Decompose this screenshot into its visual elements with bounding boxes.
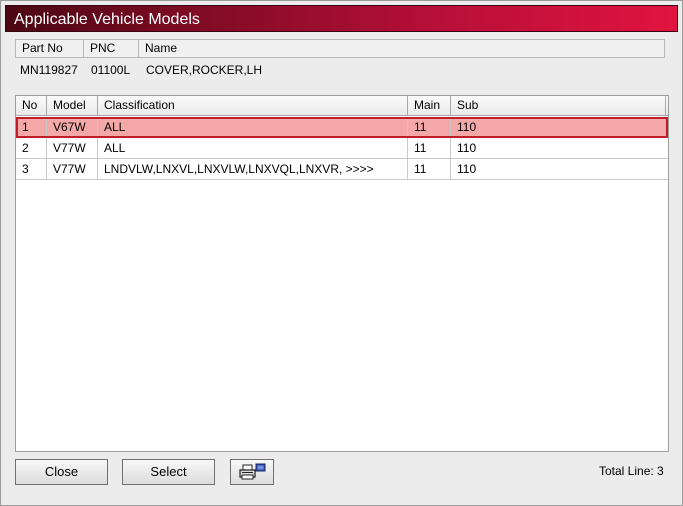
header-part-no: Part No [16,40,84,57]
title-bar[interactable]: Applicable Vehicle Models [5,5,678,32]
table-row[interactable]: 3 V77W LNDVLW,LNXVL,LNXVLW,LNXVQL,LNXVR,… [16,159,668,180]
column-header-main[interactable]: Main [408,96,451,115]
pnc-value: 01100L [91,63,131,77]
header-pnc: PNC [84,40,139,57]
column-header-classification[interactable]: Classification [98,96,408,115]
select-button[interactable]: Select [122,459,215,485]
cell-classification: ALL [98,117,408,137]
cell-no: 2 [16,138,47,158]
close-button[interactable]: Close [15,459,108,485]
cell-sub: 110 [457,141,477,155]
column-header-sub[interactable]: Sub [451,96,666,115]
applicable-models-dialog: Applicable Vehicle Models Part No PNC Na… [0,0,683,506]
cell-main: 11 [408,159,451,179]
part-name-value: COVER,ROCKER,LH [146,63,263,77]
part-info-header: Part No PNC Name [15,39,665,58]
total-lines: Total Line: 3 [599,464,664,478]
cell-classification: ALL [98,138,408,158]
table-row[interactable]: 1 V67W ALL 11 110 [16,117,668,138]
part-no-value: MN119827 [20,63,78,77]
table-header: No Model Classification Main Sub [16,96,668,116]
printer-icon [237,463,267,481]
part-info-panel: Part No PNC Name MN119827 01100L COVER,R… [13,38,669,89]
cell-main: 11 [408,138,451,158]
column-header-no[interactable]: No [16,96,47,115]
window-title: Applicable Vehicle Models [14,11,200,28]
cell-main: 11 [408,117,451,137]
column-header-model[interactable]: Model [47,96,98,115]
cell-sub: 110 [457,162,477,176]
cell-sub: 110 [457,120,477,134]
cell-model: V77W [47,138,98,158]
cell-no: 1 [16,117,47,137]
table-row[interactable]: 2 V77W ALL 11 110 [16,138,668,159]
cell-classification: LNDVLW,LNXVL,LNXVLW,LNXVQL,LNXVR, >>>> [98,159,408,179]
cell-model: V77W [47,159,98,179]
models-table: No Model Classification Main Sub 1 V67W … [15,95,669,452]
cell-model: V67W [47,117,98,137]
header-name: Name [145,41,178,55]
print-button[interactable] [230,459,274,485]
cell-no: 3 [16,159,47,179]
